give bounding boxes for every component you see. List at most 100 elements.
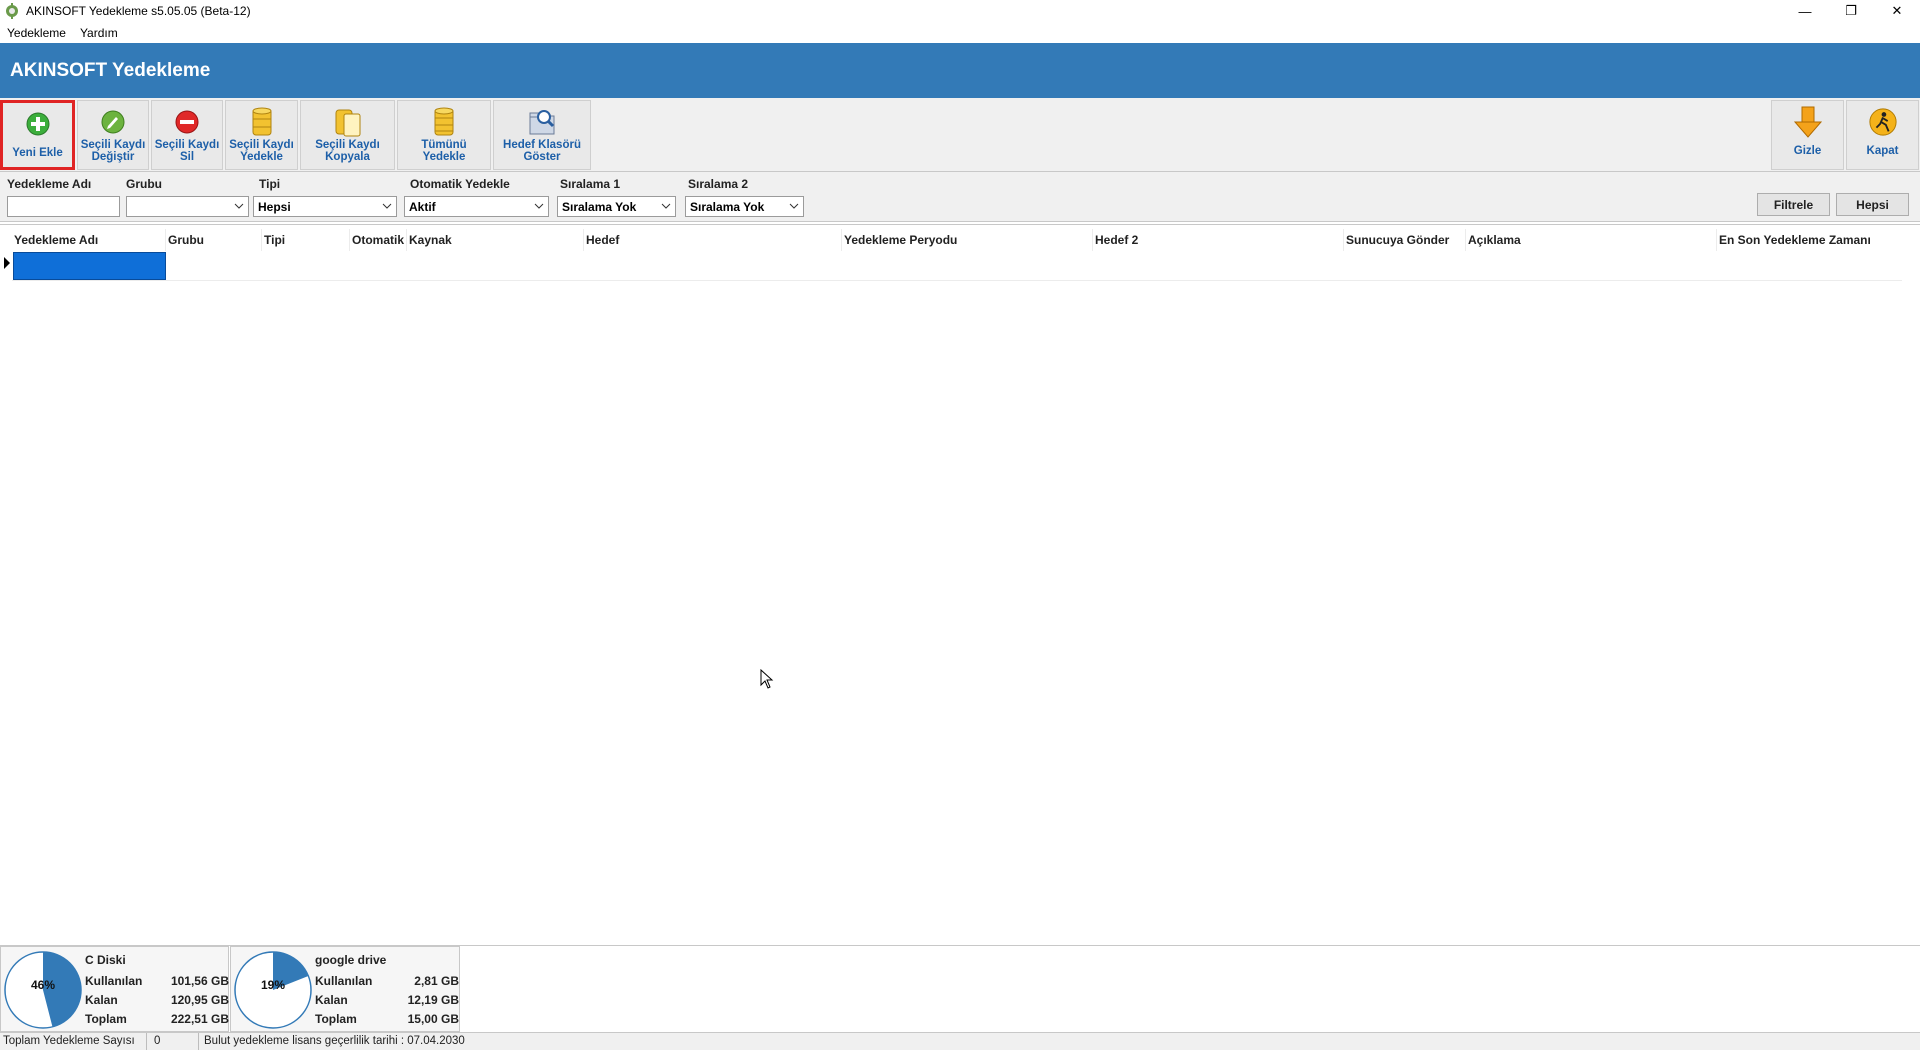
column-header-target2[interactable]: Hedef 2: [1093, 229, 1344, 251]
auto-backup-filter-select[interactable]: Aktif: [404, 196, 549, 217]
status-bar: Toplam Yedekleme Sayısı 0 Bulut yedeklem…: [0, 1032, 1920, 1050]
disk-free-row: Kalan 12,19 GB: [315, 993, 459, 1007]
disk-card-google-drive: 19% google drive Kullanılan 2,81 GB Kalan…: [230, 946, 460, 1032]
chevron-down-icon: [234, 203, 244, 209]
delete-selected-label: Seçili Kaydı Sil: [154, 139, 220, 163]
minimize-button[interactable]: —: [1782, 0, 1828, 22]
type-filter-value: Hepsi: [258, 199, 291, 214]
status-divider: [146, 1033, 147, 1050]
chevron-down-icon: [534, 203, 544, 209]
chevron-down-icon: [789, 203, 799, 209]
disk-free-label: Kalan: [85, 993, 118, 1007]
type-filter-label: Tipi: [259, 177, 281, 191]
column-header-send-server[interactable]: Sunucuya Gönder: [1344, 229, 1466, 251]
menu-yardim[interactable]: Yardım: [73, 26, 125, 40]
menu-bar: Yedekleme Yardım: [0, 22, 1920, 43]
disk-usage-panel: 46% C Diski Kullanılan 101,56 GB Kalan 120…: [0, 946, 1920, 1032]
total-count-label: Toplam Yedekleme Sayısı: [3, 1035, 135, 1047]
group-filter-label: Grubu: [126, 177, 162, 191]
group-filter-select[interactable]: [126, 196, 249, 217]
backup-table: Yedekleme Adı Grubu Tipi Otomatik Kaynak…: [0, 224, 1920, 946]
close-button[interactable]: ✕: [1874, 0, 1920, 22]
status-divider: [198, 1033, 199, 1050]
type-filter-select[interactable]: Hepsi: [253, 196, 397, 217]
disk-used-label: Kullanılan: [85, 974, 143, 988]
disk-used-label: Kullanılan: [315, 974, 373, 988]
close-app-label: Kapat: [1866, 145, 1899, 157]
app-icon: [4, 3, 20, 19]
database-all-icon: [429, 105, 459, 139]
disk-total-label: Toplam: [315, 1012, 357, 1026]
column-header-type[interactable]: Tipi: [262, 229, 350, 251]
filter-button[interactable]: Filtrele: [1757, 193, 1830, 216]
backup-selected-button[interactable]: Seçili Kaydı Yedekle: [225, 100, 298, 170]
plus-circle-icon: [23, 107, 53, 141]
column-header-name[interactable]: Yedekleme Adı: [12, 229, 166, 251]
column-header-description[interactable]: Açıklama: [1466, 229, 1717, 251]
add-new-button[interactable]: Yeni Ekle: [0, 100, 75, 170]
disk-free-value: 120,95 GB: [170, 993, 229, 1007]
table-header: Yedekleme Adı Grubu Tipi Otomatik Kaynak…: [12, 229, 1902, 251]
disk-free-label: Kalan: [315, 993, 348, 1007]
close-app-button[interactable]: Kapat: [1846, 100, 1919, 170]
disk-total-label: Toplam: [85, 1012, 127, 1026]
edit-selected-label: Seçili Kaydı Değiştir: [80, 139, 146, 163]
column-header-auto[interactable]: Otomatik: [350, 229, 407, 251]
column-header-last-backup[interactable]: En Son Yedekleme Zamanı: [1717, 229, 1898, 251]
chevron-down-icon: [661, 203, 671, 209]
disk-card-c: 46% C Diski Kullanılan 101,56 GB Kalan 120…: [0, 946, 229, 1032]
backup-all-button[interactable]: Tümünü Yedekle: [397, 100, 491, 170]
sort2-filter-value: Sıralama Yok: [690, 199, 765, 214]
mouse-cursor-icon: [760, 668, 774, 692]
database-backup-icon: [247, 105, 277, 139]
window-title: AKINSOFT Yedekleme s5.05.05 (Beta-12): [26, 4, 251, 18]
license-info: Bulut yedekleme lisans geçerlilik tarihi…: [204, 1035, 465, 1047]
disk-percent: 46%: [30, 978, 56, 992]
disk-free-value: 12,19 GB: [407, 993, 459, 1007]
sort2-filter-label: Sıralama 2: [688, 177, 749, 191]
disk-name: C Diski: [85, 953, 126, 967]
menu-yedekleme[interactable]: Yedekleme: [0, 26, 73, 40]
auto-backup-filter-value: Aktif: [409, 199, 436, 214]
name-filter-input[interactable]: [7, 196, 120, 217]
copy-selected-button[interactable]: Seçili Kaydı Kopyala: [300, 100, 395, 170]
edit-circle-icon: [98, 105, 128, 139]
table-row[interactable]: [12, 251, 1902, 281]
disk-total-row: Toplam 222,51 GB: [85, 1012, 229, 1026]
chevron-down-icon: [382, 203, 392, 209]
backup-all-label: Tümünü Yedekle: [421, 139, 467, 163]
sort2-filter-select[interactable]: Sıralama Yok: [685, 196, 804, 217]
copy-selected-label: Seçili Kaydı Kopyala: [315, 139, 380, 163]
column-header-source[interactable]: Kaynak: [407, 229, 584, 251]
selected-cell[interactable]: [13, 252, 166, 280]
disk-percent: 19%: [260, 978, 286, 992]
app-title: AKINSOFT Yedekleme: [10, 59, 211, 81]
toolbar: Yeni Ekle Seçili Kaydı Değiştir Seçili K…: [0, 98, 1920, 172]
edit-selected-button[interactable]: Seçili Kaydı Değiştir: [77, 100, 149, 170]
minus-circle-icon: [172, 105, 202, 139]
hide-button[interactable]: Gizle: [1771, 100, 1844, 170]
app-header: AKINSOFT Yedekleme: [0, 43, 1920, 98]
title-bar: AKINSOFT Yedekleme s5.05.05 (Beta-12) — …: [0, 0, 1920, 22]
sort1-filter-select[interactable]: Sıralama Yok: [557, 196, 676, 217]
disk-total-row: Toplam 15,00 GB: [315, 1012, 459, 1026]
sort1-filter-label: Sıralama 1: [560, 177, 621, 191]
disk-free-row: Kalan 120,95 GB: [85, 993, 229, 1007]
show-target-folder-label: Hedef Klasörü Göster: [503, 139, 581, 163]
row-indicator-icon: [4, 257, 10, 269]
name-filter-label: Yedekleme Adı: [7, 177, 92, 191]
column-header-group[interactable]: Grubu: [166, 229, 262, 251]
all-button[interactable]: Hepsi: [1836, 193, 1909, 216]
show-target-folder-button[interactable]: Hedef Klasörü Göster: [493, 100, 591, 170]
maximize-button[interactable]: ❐: [1828, 0, 1874, 22]
disk-used-row: Kullanılan 2,81 GB: [315, 974, 459, 988]
backup-selected-label: Seçili Kaydı Yedekle: [229, 139, 294, 163]
disk-name: google drive: [315, 953, 387, 967]
auto-backup-filter-label: Otomatik Yedekle: [410, 177, 510, 191]
column-header-target[interactable]: Hedef: [584, 229, 842, 251]
column-header-period[interactable]: Yedekleme Peryodu: [842, 229, 1093, 251]
total-count-value: 0: [154, 1035, 161, 1047]
delete-selected-button[interactable]: Seçili Kaydı Sil: [151, 100, 223, 170]
exit-icon: [1868, 105, 1898, 139]
hide-label: Gizle: [1793, 145, 1822, 157]
